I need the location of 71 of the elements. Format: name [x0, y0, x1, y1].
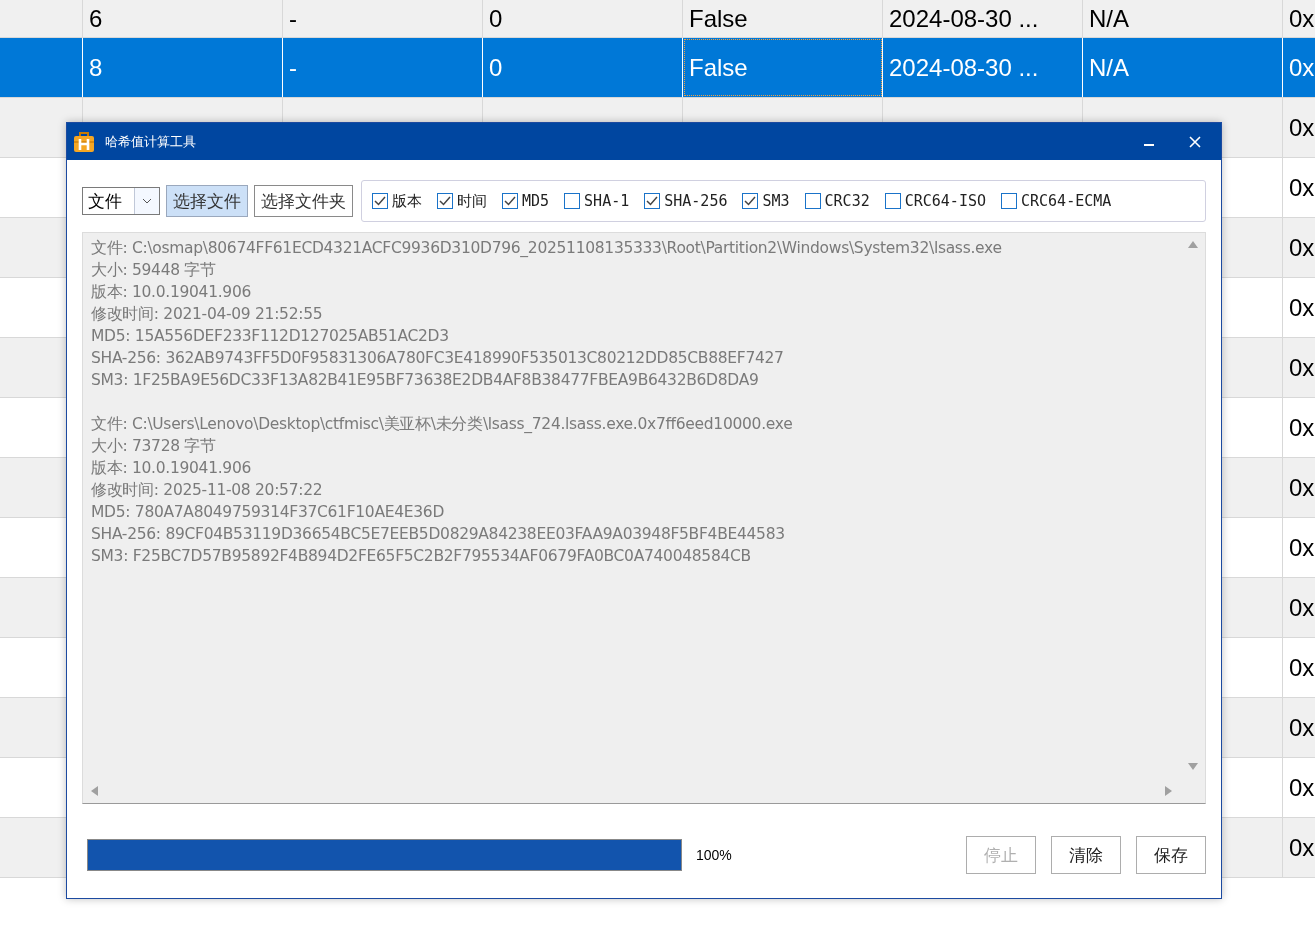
choose-button[interactable]: 选择文件	[166, 185, 248, 217]
table-cell: 0x	[1283, 758, 1315, 817]
action-button[interactable]: 清除	[1051, 836, 1121, 874]
option-checkbox[interactable]: CRC32	[804, 192, 870, 210]
table-cell: 0x	[1283, 398, 1315, 457]
output-line: SM3: F25BC7D57B95892F4B894D2FE65F5C2B2F795534AF0679FA0BC0A740048584CB	[91, 546, 752, 567]
table-cell: 6	[83, 0, 283, 37]
output-line: 修改时间: 2021-04-09 21:52:55	[91, 304, 324, 325]
option-checkbox[interactable]: SHA-256	[644, 192, 728, 210]
checkbox[interactable]	[564, 193, 581, 209]
table-cell: False	[683, 0, 883, 37]
option-checkbox[interactable]: SM3	[742, 192, 790, 210]
checkbox[interactable]	[372, 193, 388, 209]
checkbox[interactable]	[644, 193, 661, 209]
table-cell: 2024-08-30 ...	[883, 0, 1083, 37]
output-line: 版本: 10.0.19041.906	[91, 282, 252, 303]
option-checkbox[interactable]: CRC64-ECMA	[1001, 192, 1112, 210]
output-line: MD5: 780A7A8049759314F37C61F10AE4E36D	[91, 502, 446, 523]
output-line: 大小: 59448 字节	[91, 260, 217, 281]
table-cell: N/A	[1083, 38, 1283, 97]
table-cell: 0x	[1283, 518, 1315, 577]
progress-percent: 100%	[696, 847, 733, 863]
table-cell: N/A	[1083, 0, 1283, 37]
table-cell: 0x	[1283, 458, 1315, 517]
output-line: 修改时间: 2025-11-08 20:57:22	[91, 480, 324, 501]
table-cell: 0	[483, 38, 683, 97]
checkbox[interactable]	[804, 193, 821, 209]
output-line: 文件: C:\osmap\80674FF61ECD4321ACFC9936D310D796_20251108135333\Root\Partition2\Windows\System32\lsass.exe	[91, 238, 1003, 259]
checkbox[interactable]	[884, 193, 901, 209]
table-cell: 0x	[1283, 98, 1315, 157]
option-checkbox[interactable]: 时间	[437, 191, 487, 211]
table-cell: 8	[83, 38, 283, 97]
option-checkbox[interactable]: 版本	[372, 191, 422, 211]
option-checkbox[interactable]: MD5	[502, 192, 550, 210]
checkbox[interactable]	[1001, 193, 1017, 209]
option-checkbox[interactable]: CRC64-ISO	[884, 192, 986, 210]
table-cell: 0x	[1283, 158, 1315, 217]
window-title: 哈希值计算工具	[105, 132, 197, 151]
toolbox-icon	[73, 130, 95, 153]
chevron-down-icon	[142, 198, 152, 204]
table-cell: -	[283, 38, 483, 97]
option-checkbox[interactable]: SHA-1	[564, 192, 630, 210]
table-row[interactable]: 8 - 0 False 2024-08-30 ... N/A 0x	[0, 38, 1315, 98]
checkbox[interactable]	[437, 193, 453, 209]
output-line: 大小: 73728 字节	[91, 436, 217, 457]
checkbox[interactable]	[502, 193, 518, 209]
source-dropdown[interactable]: 文件	[82, 187, 160, 215]
output-line: 文件: C:\Users\Lenovo\Desktop\ctfmisc\美亚杯\未分类\lsass_724.lsass.exe.0x7ff6eed10000.exe	[91, 414, 794, 435]
table-cell: 0x	[1283, 578, 1315, 637]
choose-button[interactable]: 选择文件夹	[254, 185, 353, 217]
table-cell: -	[283, 0, 483, 37]
output-line: SHA-256: 362AB9743FF5D0F95831306A780FC3E418990F535013C80212DD85CB88EF7427	[91, 348, 785, 369]
table-cell: 0	[483, 0, 683, 37]
close-icon[interactable]	[1189, 135, 1201, 148]
table-cell: False	[683, 38, 883, 97]
checkbox[interactable]	[742, 193, 759, 209]
table-row[interactable]: 6 - 0 False 2024-08-30 ... N/A 0x	[0, 0, 1315, 38]
output-line: SM3: 1F25BA9E56DC33F13A82B41E95BF73638E2DB4AF8B38477FBEA9B6432B6D8DA9	[91, 370, 760, 391]
output-line: 版本: 10.0.19041.906	[91, 458, 252, 479]
table-cell: 2024-08-30 ...	[883, 38, 1083, 97]
table-cell: 0x	[1283, 818, 1315, 877]
output-line: MD5: 15A556DEF233F112D127025AB51AC2D3	[91, 326, 450, 347]
table-cell: 0x	[1283, 218, 1315, 277]
action-button[interactable]: 保存	[1136, 836, 1206, 874]
output-line: SHA-256: 89CF04B53119D36654BC5E7EEB5D0829A84238EE03FAA9A03948F5BF4BE44583	[91, 524, 786, 545]
table-cell: 0x	[1283, 698, 1315, 757]
table-cell: 0x	[1283, 278, 1315, 337]
table-cell: 0x	[1283, 638, 1315, 697]
table-cell: 0x	[1283, 38, 1315, 97]
table-cell: 0x	[1283, 338, 1315, 397]
table-cell: 0x	[1283, 0, 1315, 37]
